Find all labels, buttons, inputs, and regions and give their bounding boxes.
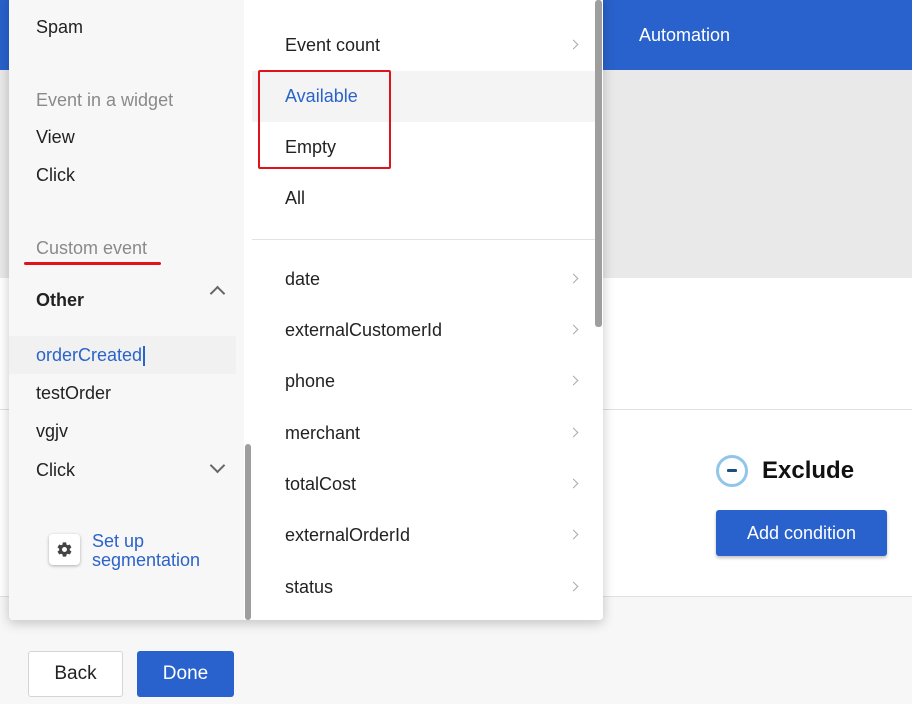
- exclude-toggle[interactable]: Exclude: [716, 455, 854, 487]
- back-button[interactable]: Back: [28, 651, 123, 697]
- list-item-ordercreated[interactable]: orderCreated: [36, 345, 146, 367]
- field-label: phone: [285, 371, 336, 391]
- gear-icon[interactable]: [49, 534, 80, 565]
- menu-divider: [252, 239, 595, 240]
- field-item-status[interactable]: status: [252, 562, 595, 613]
- field-item-externalcustomerid[interactable]: externalCustomerId: [252, 305, 595, 356]
- field-item-phone[interactable]: phone: [252, 356, 595, 407]
- list-item-spam[interactable]: Spam: [36, 17, 83, 38]
- exclude-label: Exclude: [762, 457, 855, 484]
- minus-circle-icon[interactable]: [716, 455, 748, 487]
- chevron-right-icon: [568, 427, 579, 438]
- list-item-view[interactable]: View: [36, 127, 75, 148]
- chevron-right-icon: [568, 39, 579, 50]
- menu-item-label: All: [285, 188, 306, 208]
- setup-segmentation-label[interactable]: Set up segmentation: [92, 532, 222, 570]
- field-item-merchant[interactable]: merchant: [252, 408, 595, 459]
- field-item-date[interactable]: date: [252, 254, 595, 305]
- menu-item-all[interactable]: All: [252, 173, 595, 224]
- event-type-list: Spam Event in a widget View Click Custom…: [9, 0, 244, 620]
- chevron-right-icon: [568, 581, 579, 592]
- text-cursor: [143, 346, 146, 367]
- setup-segmentation-link[interactable]: Set up segmentation: [49, 532, 222, 570]
- group-header-other[interactable]: Other: [36, 290, 84, 311]
- chevron-right-icon: [568, 478, 579, 489]
- highlight-box: [258, 70, 391, 169]
- list-item-testorder[interactable]: testOrder: [36, 383, 111, 404]
- menu-item-event-count[interactable]: Event count: [252, 20, 595, 71]
- done-button[interactable]: Done: [137, 651, 234, 697]
- field-label: totalCost: [285, 474, 357, 494]
- chevron-right-icon: [568, 529, 579, 540]
- field-label: status: [285, 577, 334, 597]
- list-item-click-custom[interactable]: Click: [36, 460, 75, 481]
- add-condition-button[interactable]: Add condition: [716, 510, 887, 556]
- group-label-event-in-widget: Event in a widget: [36, 90, 174, 110]
- chevron-down-icon[interactable]: [209, 457, 226, 474]
- left-scrollbar[interactable]: [245, 444, 251, 620]
- field-label: externalCustomerId: [285, 320, 443, 340]
- field-item-totalcost[interactable]: totalCost: [252, 459, 595, 510]
- highlight-underline: [24, 262, 161, 265]
- right-scrollbar[interactable]: [595, 0, 602, 327]
- list-item-click[interactable]: Click: [36, 165, 75, 186]
- field-label: externalOrderId: [285, 525, 411, 545]
- list-item-vgjv[interactable]: vgjv: [36, 421, 68, 442]
- field-label: merchant: [285, 423, 361, 443]
- chevron-right-icon: [568, 324, 579, 335]
- group-label-custom-event: Custom event: [36, 238, 148, 258]
- chevron-up-icon[interactable]: [209, 285, 226, 302]
- field-item-externalorderid[interactable]: externalOrderId: [252, 510, 595, 561]
- nav-item-automation[interactable]: Automation: [639, 25, 730, 46]
- menu-item-label: Event count: [285, 35, 381, 55]
- chevron-right-icon: [568, 375, 579, 386]
- chevron-right-icon: [568, 273, 579, 284]
- field-label: date: [285, 269, 321, 289]
